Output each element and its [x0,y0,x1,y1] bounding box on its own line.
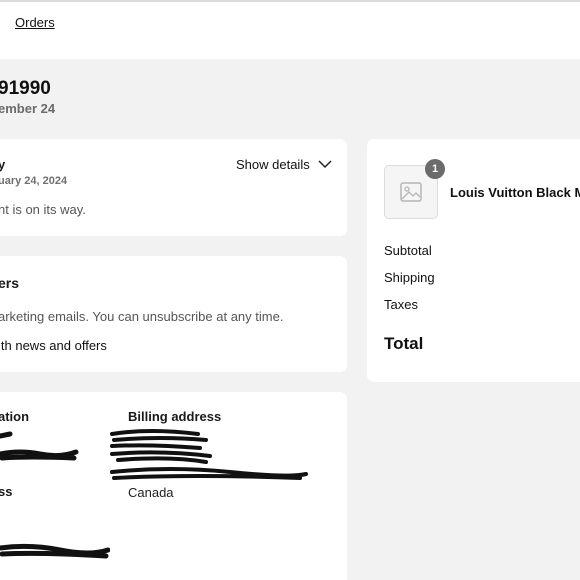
redacted-text [0,431,79,461]
news-checkbox-label[interactable]: ith news and offers [0,338,107,353]
billing-country: Canada [128,485,174,500]
order-number: 91990 [0,78,51,99]
product-name: Louis Vuitton Black Mal [450,185,580,200]
order-date: ember 24 [0,101,56,116]
taxes-label: Taxes [384,297,418,312]
order-summary-card: 1 Louis Vuitton Black Mal Subtotal Shipp… [367,139,580,382]
status-date: uary 24, 2024 [0,175,68,187]
email-updates-card: ers arketing emails. You can unsubscribe… [0,256,347,372]
billing-address-title: Billing address [128,409,222,424]
order-status-card: y uary 24, 2024 nt is on its way. Show d… [0,139,347,236]
shipping-address-title: ss [0,484,13,499]
top-bar: Orders [0,0,580,59]
chevron-down-icon [318,160,332,169]
show-details-label: Show details [236,157,310,172]
status-title: y [0,157,6,172]
total-label: Total [384,334,424,353]
news-title: ers [0,275,20,291]
order-info-card: ation Billing address ss Canada [0,392,347,580]
quantity-badge: 1 [425,159,445,179]
shipping-label: Shipping [384,270,435,285]
news-description: arketing emails. You can unsubscribe at … [0,309,284,324]
redacted-text [110,429,308,480]
subtotal-label: Subtotal [384,243,432,258]
contact-info-title: ation [0,409,30,424]
image-placeholder-icon [400,182,422,202]
orders-link[interactable]: Orders [15,15,55,30]
redacted-text [0,543,110,559]
status-message: nt is on its way. [0,202,86,217]
show-details-button[interactable]: Show details [236,157,332,172]
